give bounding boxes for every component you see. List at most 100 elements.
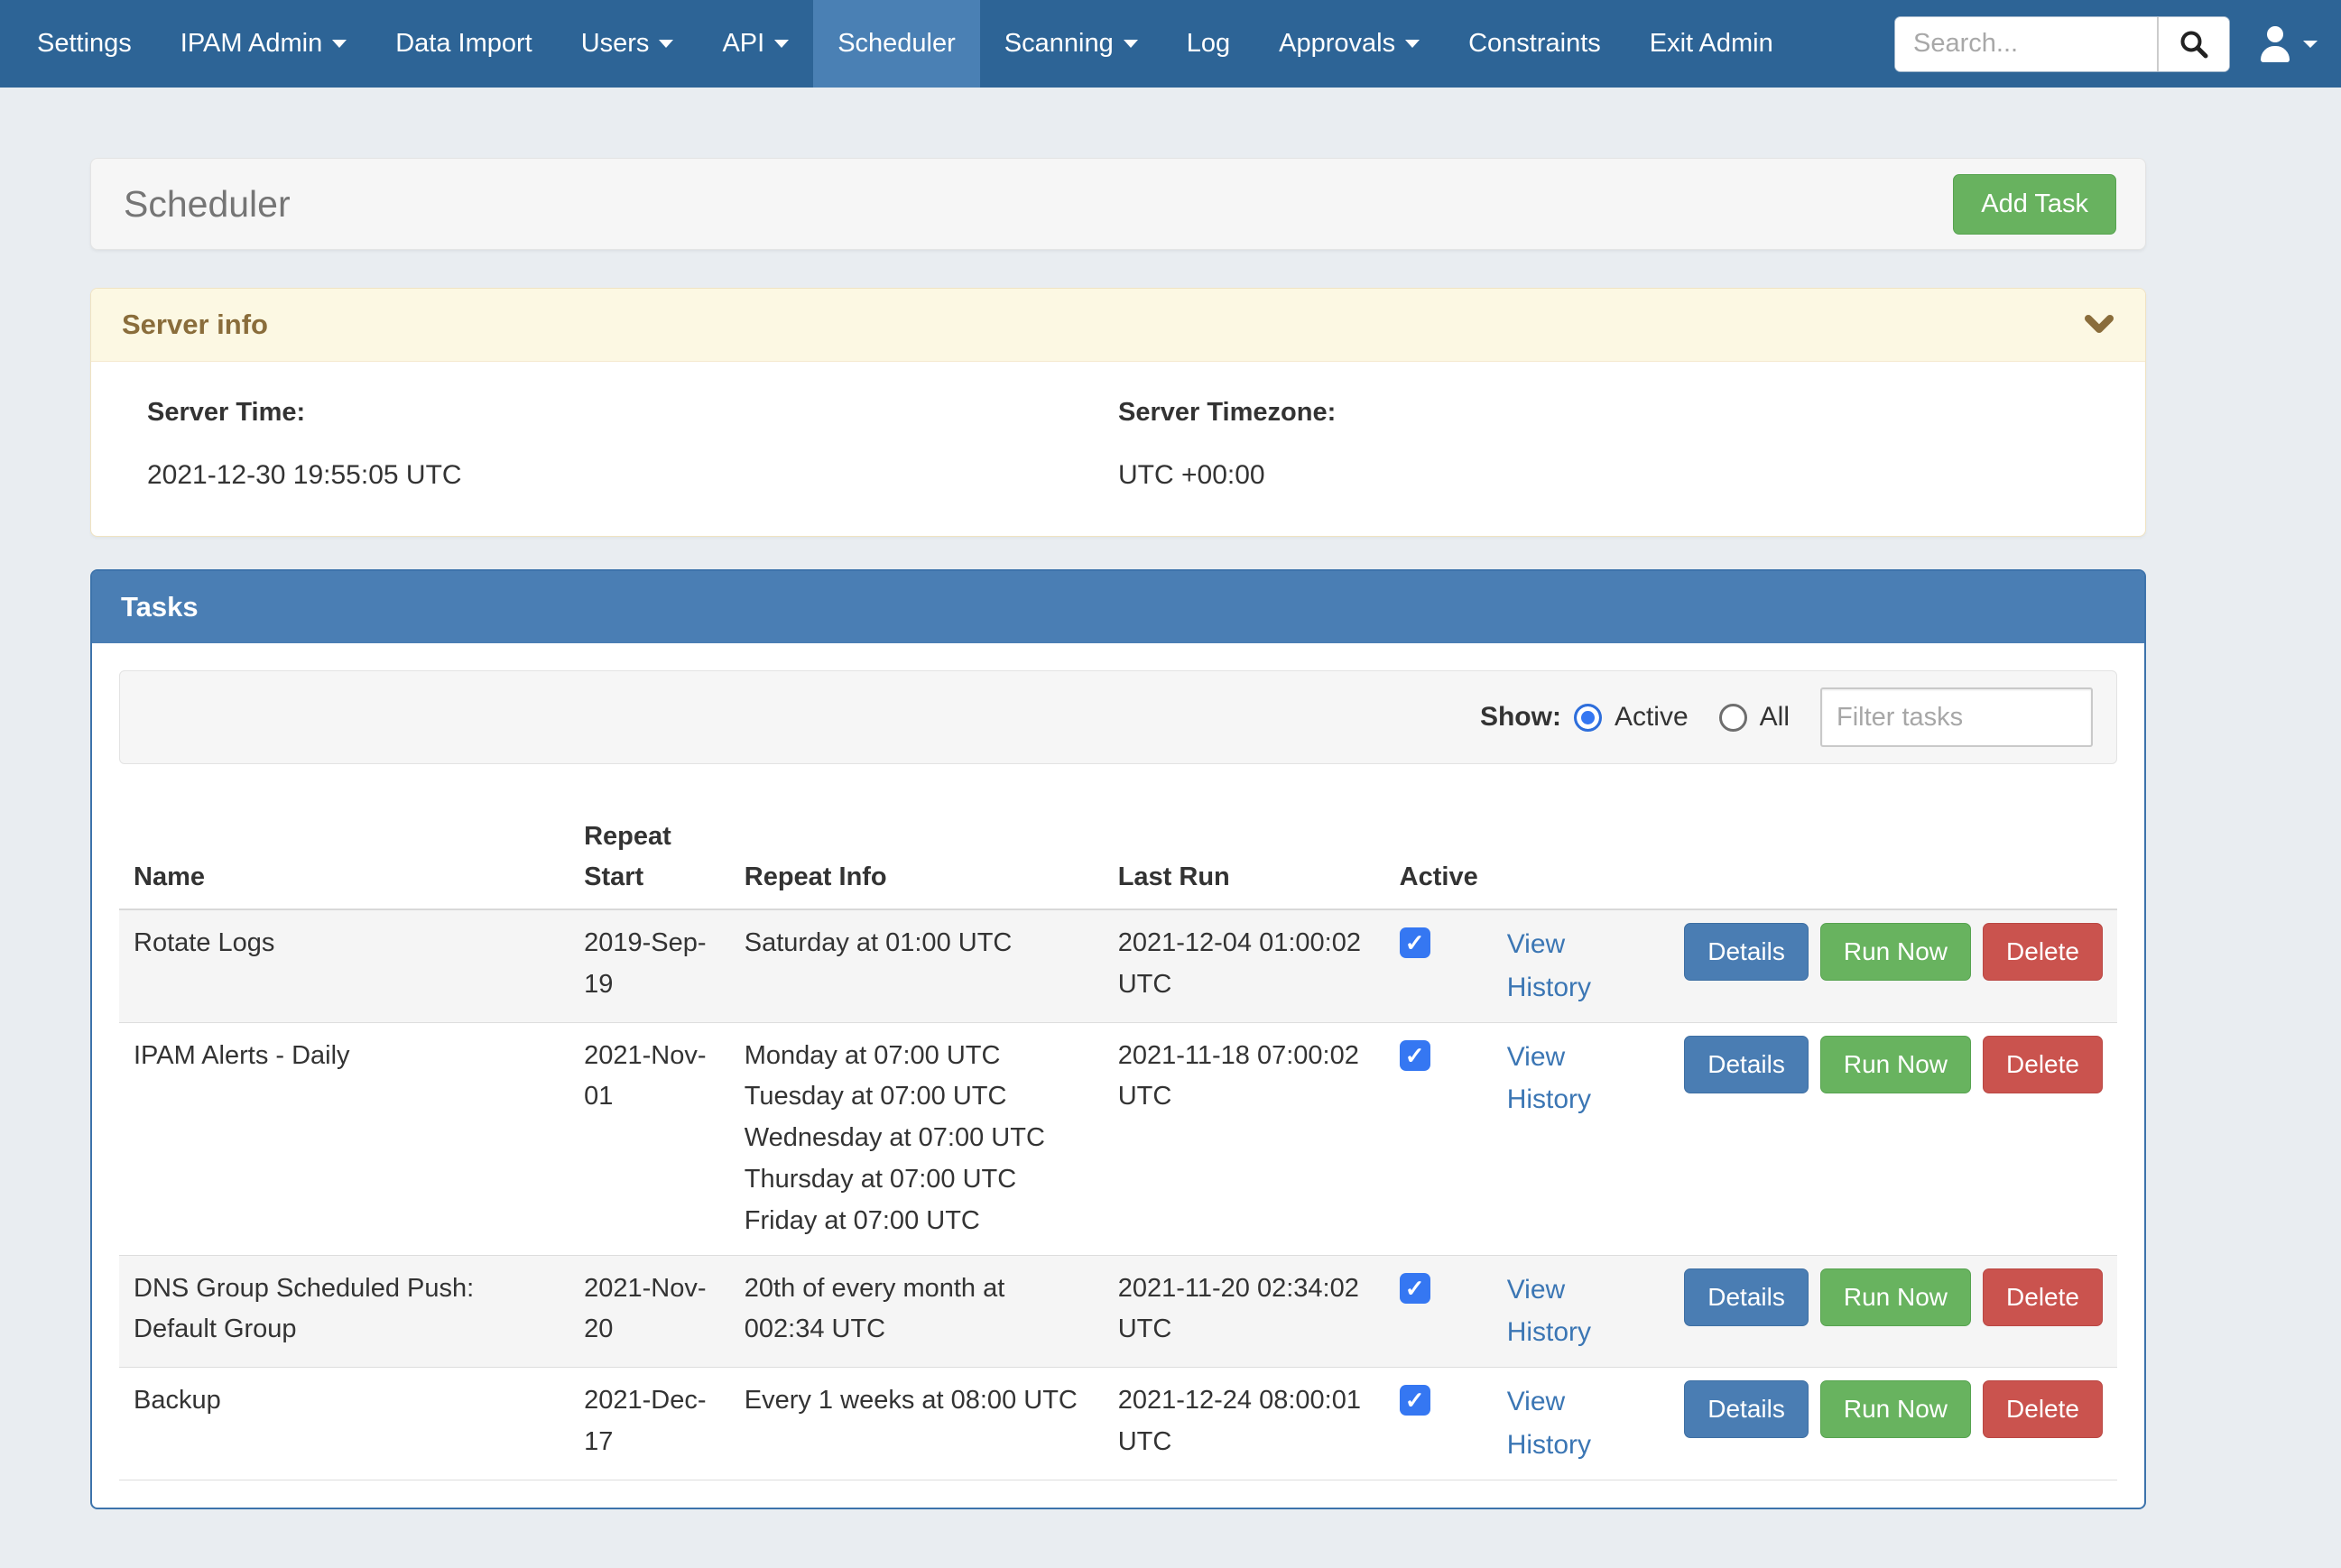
details-button[interactable]: Details [1684, 1380, 1809, 1438]
delete-button[interactable]: Delete [1983, 923, 2103, 981]
task-actions-cell: DetailsRun NowDelete [1670, 1022, 2117, 1255]
repeat-info-line: Monday at 07:00 UTC [745, 1036, 1089, 1077]
column-header-repeat-info: Repeat Info [730, 806, 1104, 909]
task-repeat-start: 2019-Sep-19 [569, 909, 730, 1022]
show-label: Show: [1480, 702, 1561, 733]
server-info-title: Server info [122, 309, 268, 341]
column-header-actions [1670, 806, 2117, 909]
delete-button[interactable]: Delete [1983, 1036, 2103, 1093]
filter-tasks-input[interactable] [1820, 687, 2093, 747]
user-menu[interactable] [2257, 26, 2318, 62]
caret-down-icon [2303, 41, 2318, 48]
task-repeat-info: Every 1 weeks at 08:00 UTC [730, 1368, 1104, 1480]
nav-item-settings[interactable]: Settings [13, 0, 156, 88]
repeat-info-line: 20th of every month at 002:34 UTC [745, 1268, 1089, 1351]
scheduler-titlebar: Scheduler Add Task [90, 158, 2146, 250]
task-repeat-info: 20th of every month at 002:34 UTC [730, 1255, 1104, 1368]
add-task-button[interactable]: Add Task [1953, 174, 2116, 235]
repeat-info-line: Wednesday at 07:00 UTC [745, 1118, 1089, 1159]
view-history-link[interactable]: View History [1507, 1387, 1591, 1460]
caret-down-icon [1405, 40, 1420, 48]
run-now-button[interactable]: Run Now [1820, 923, 1971, 981]
view-history-link[interactable]: View History [1507, 929, 1591, 1002]
task-active-checkbox[interactable]: ✓ [1400, 1273, 1430, 1304]
task-active-checkbox[interactable]: ✓ [1400, 1385, 1430, 1416]
run-now-button[interactable]: Run Now [1820, 1380, 1971, 1438]
task-active-cell: ✓ [1385, 909, 1493, 1022]
radio-unchecked-icon [1719, 704, 1747, 732]
server-timezone-block: Server Timezone: UTC +00:00 [1118, 398, 2089, 491]
task-name: Rotate Logs [119, 909, 569, 1022]
task-active-checkbox[interactable]: ✓ [1400, 927, 1430, 958]
run-now-button[interactable]: Run Now [1820, 1268, 1971, 1326]
nav-item-api[interactable]: API [698, 0, 813, 88]
repeat-info-line: Friday at 07:00 UTC [745, 1201, 1089, 1242]
nav-item-label: Log [1187, 29, 1230, 59]
collapse-chevron-icon[interactable] [2084, 314, 2114, 336]
server-timezone-label: Server Timezone: [1118, 398, 2089, 428]
repeat-info-line: Every 1 weeks at 08:00 UTC [745, 1380, 1089, 1422]
caret-down-icon [774, 40, 789, 48]
details-button[interactable]: Details [1684, 1268, 1809, 1326]
view-history-link[interactable]: View History [1507, 1275, 1591, 1348]
details-button[interactable]: Details [1684, 923, 1809, 981]
navbar-right [1894, 0, 2341, 88]
task-active-cell: ✓ [1385, 1022, 1493, 1255]
task-name: IPAM Alerts - Daily [119, 1022, 569, 1255]
show-active-radio[interactable]: Active [1574, 702, 1689, 733]
delete-button[interactable]: Delete [1983, 1268, 2103, 1326]
task-repeat-start: 2021-Nov-20 [569, 1255, 730, 1368]
run-now-button[interactable]: Run Now [1820, 1036, 1971, 1093]
server-timezone-value: UTC +00:00 [1118, 460, 2089, 491]
nav-item-approvals[interactable]: Approvals [1254, 0, 1444, 88]
search-button[interactable] [2157, 17, 2229, 71]
tasks-panel-header: Tasks [92, 571, 2144, 643]
nav-item-exit-admin[interactable]: Exit Admin [1625, 0, 1798, 88]
caret-down-icon [332, 40, 347, 48]
delete-button[interactable]: Delete [1983, 1380, 2103, 1438]
column-header-repeat-start: Repeat Start [569, 806, 730, 909]
nav-item-label: Users [581, 29, 650, 59]
task-row: Rotate Logs2019-Sep-19Saturday at 01:00 … [119, 909, 2117, 1022]
nav-item-label: Scheduler [837, 29, 956, 59]
column-header-name: Name [119, 806, 569, 909]
task-last-run: 2021-12-04 01:00:02 UTC [1104, 909, 1385, 1022]
details-button[interactable]: Details [1684, 1036, 1809, 1093]
view-history-link[interactable]: View History [1507, 1042, 1591, 1115]
nav-items: Settings IPAM Admin Data Import Users API Sch… [0, 0, 1798, 88]
task-active-checkbox[interactable]: ✓ [1400, 1040, 1430, 1071]
task-repeat-info: Monday at 07:00 UTCTuesday at 07:00 UTCW… [730, 1022, 1104, 1255]
server-time-block: Server Time: 2021-12-30 19:55:05 UTC [147, 398, 1118, 491]
repeat-info-line: Thursday at 07:00 UTC [745, 1159, 1089, 1201]
nav-item-label: IPAM Admin [180, 29, 322, 59]
nav-item-scheduler[interactable]: Scheduler [813, 0, 980, 88]
task-row: DNS Group Scheduled Push: Default Group2… [119, 1255, 2117, 1368]
task-row: Backup2021-Dec-17Every 1 weeks at 08:00 … [119, 1368, 2117, 1480]
caret-down-icon [1124, 40, 1138, 48]
task-active-cell: ✓ [1385, 1368, 1493, 1480]
nav-item-scanning[interactable]: Scanning [980, 0, 1162, 88]
task-last-run: 2021-11-18 07:00:02 UTC [1104, 1022, 1385, 1255]
nav-item-label: Scanning [1004, 29, 1114, 59]
show-all-radio[interactable]: All [1719, 702, 1790, 733]
nav-item-label: Data Import [395, 29, 532, 59]
task-repeat-start: 2021-Nov-01 [569, 1022, 730, 1255]
nav-item-data-import[interactable]: Data Import [371, 0, 557, 88]
tasks-panel: Tasks Show: Active All [90, 569, 2146, 1509]
show-active-label: Active [1615, 702, 1689, 733]
nav-item-constraints[interactable]: Constraints [1444, 0, 1625, 88]
search-input[interactable] [1895, 17, 2157, 71]
nav-item-log[interactable]: Log [1162, 0, 1254, 88]
tasks-panel-body: Show: Active All Name [92, 643, 2144, 1508]
server-info-panel: Server info Server Time: 2021-12-30 19:5… [90, 288, 2146, 537]
task-history-cell: View History [1493, 1022, 1670, 1255]
nav-item-ipam-admin[interactable]: IPAM Admin [156, 0, 371, 88]
nav-item-label: Constraints [1468, 29, 1601, 59]
nav-item-label: API [722, 29, 764, 59]
nav-item-users[interactable]: Users [557, 0, 699, 88]
page-content: Scheduler Add Task Server info Server Ti… [90, 88, 2146, 1509]
task-repeat-info: Saturday at 01:00 UTC [730, 909, 1104, 1022]
column-header-history [1493, 806, 1670, 909]
repeat-info-line: Tuesday at 07:00 UTC [745, 1076, 1089, 1118]
server-info-body: Server Time: 2021-12-30 19:55:05 UTC Ser… [91, 362, 2145, 536]
